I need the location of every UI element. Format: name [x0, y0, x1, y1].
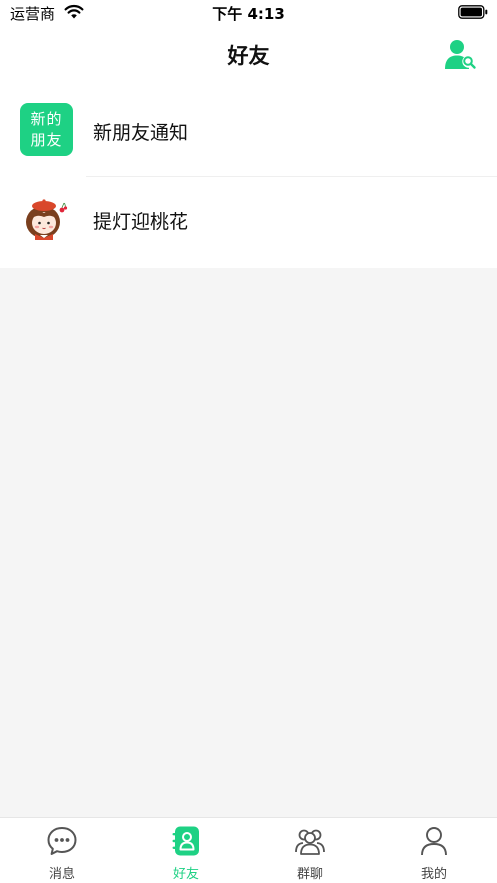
girl-avatar	[26, 199, 68, 240]
badge-text-line2: 朋友	[30, 130, 63, 149]
clock-time: 下午 4:13	[212, 5, 285, 23]
user-search-icon[interactable]	[442, 38, 478, 72]
tab-profile[interactable]: 我的	[372, 818, 496, 883]
tab-label: 我的	[420, 867, 447, 882]
battery-icon	[458, 5, 488, 19]
nav-bar: 好友	[0, 24, 497, 88]
new-friend-badge: 新的 朋友	[20, 103, 73, 156]
tab-friends[interactable]: 好友	[124, 818, 248, 883]
tab-messages[interactable]: 消息	[0, 818, 124, 883]
tab-label: 好友	[172, 867, 199, 882]
status-bar: 运营商 下午 4:13	[0, 0, 497, 24]
friends-screen: 运营商 下午 4:13 好友 新的 朋友 新朋友通知 提灯迎桃花 消息 好友 群…	[0, 0, 497, 883]
friends-list: 新的 朋友 新朋友通知 提灯迎桃花	[0, 88, 497, 268]
tab-label: 消息	[48, 867, 75, 882]
contacts-icon	[172, 826, 199, 856]
chat-bubble-icon	[47, 827, 77, 855]
tab-bar: 消息 好友 群聊 我的	[0, 817, 497, 883]
list-item-friend[interactable]: 提灯迎桃花	[0, 177, 497, 268]
list-item-new-friends[interactable]: 新的 朋友 新朋友通知	[0, 88, 497, 177]
tab-label: 群聊	[296, 867, 323, 882]
group-icon	[295, 829, 325, 855]
page-title: 好友	[227, 44, 270, 68]
badge-text-line1: 新的	[30, 109, 63, 128]
list-item-label: 新朋友通知	[93, 122, 189, 144]
person-icon	[421, 827, 447, 856]
list-item-label: 提灯迎桃花	[93, 211, 189, 233]
tab-groups[interactable]: 群聊	[248, 818, 372, 883]
